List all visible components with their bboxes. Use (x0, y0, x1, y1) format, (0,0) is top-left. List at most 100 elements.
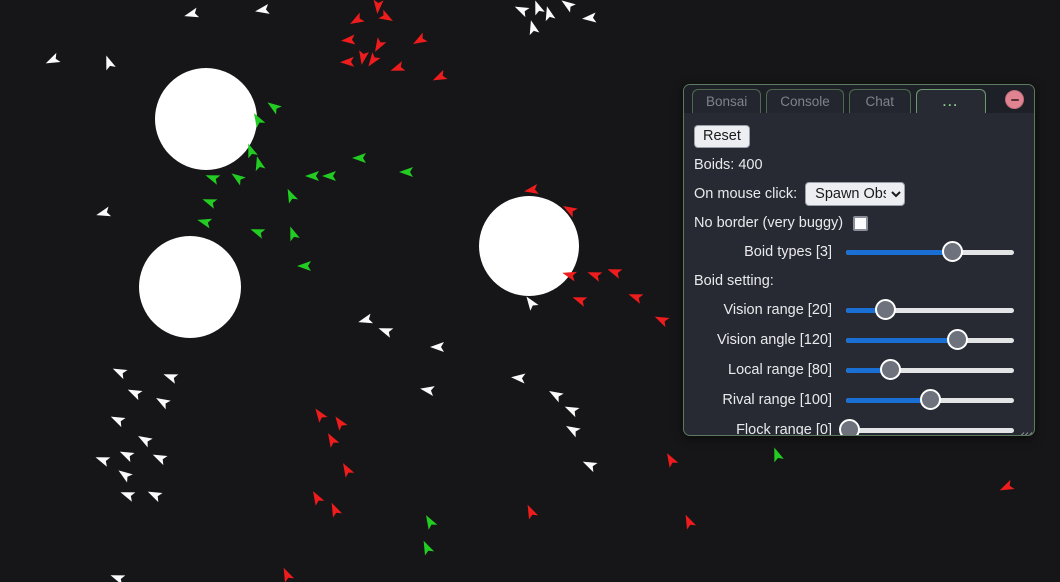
boid (106, 55, 116, 71)
slider-label: Flock range [0] (736, 422, 832, 435)
boid (582, 12, 597, 23)
tab-bonsai-label: Bonsai (706, 94, 748, 109)
boid (163, 374, 179, 384)
boid (350, 12, 365, 24)
slider-thumb[interactable] (941, 241, 963, 262)
panel-body: Reset Boids: 400 On mouse click: Spawn O… (684, 113, 1034, 435)
boid (423, 540, 435, 556)
tab-console-label: Console (780, 94, 830, 109)
boid (110, 416, 126, 428)
boid (250, 229, 266, 239)
boid (255, 156, 266, 172)
boid (535, 0, 545, 16)
boids-count-row: Boids: 400 (694, 151, 1034, 179)
boid (352, 153, 366, 163)
boid (667, 453, 679, 468)
close-button[interactable] (1005, 90, 1024, 109)
boid (95, 457, 111, 467)
tab-more-label: ... (942, 94, 959, 109)
boid-slider-list: Vision range [20] Vision angle [120] Local… (694, 295, 1034, 435)
mouse-click-row: On mouse click: Spawn Obstacle (694, 179, 1034, 209)
boid (390, 61, 406, 71)
boids-count-label: Boids: 400 (694, 157, 763, 173)
boid (654, 316, 670, 328)
boid (127, 389, 143, 401)
boid-setting-slider-row: Vision angle [120] (694, 325, 1034, 355)
slider-thumb[interactable] (839, 419, 861, 435)
slider-thumb[interactable] (946, 329, 968, 350)
boids-control-panel[interactable]: Bonsai Console Chat ... Reset Boids: 400… (683, 84, 1035, 436)
boid (287, 188, 299, 204)
boid (315, 408, 328, 423)
boid (202, 199, 218, 209)
boid (375, 37, 387, 52)
boid-types-slider[interactable] (846, 241, 1014, 263)
slider-thumb[interactable] (879, 359, 901, 380)
boid (572, 297, 588, 307)
boid (774, 447, 784, 463)
no-border-label: No border (very buggy) (694, 215, 844, 231)
slider-thumb[interactable] (874, 299, 896, 320)
setting-slider[interactable] (839, 419, 1014, 435)
boid (120, 492, 136, 502)
boid (378, 328, 394, 338)
boid (96, 206, 112, 217)
boid (527, 504, 539, 520)
boid (322, 171, 336, 181)
tab-console[interactable]: Console (766, 89, 844, 113)
boid-setting-label: Boid setting: (694, 273, 774, 289)
boid (313, 491, 325, 506)
setting-slider[interactable] (846, 329, 1014, 351)
boid (378, 9, 393, 21)
boid (343, 463, 355, 478)
slider-thumb[interactable] (920, 389, 941, 410)
boid-types-label: Boid types [3] (744, 244, 832, 260)
boid (328, 433, 340, 448)
setting-slider[interactable] (846, 359, 1014, 381)
boid (399, 167, 413, 177)
no-border-row: No border (very buggy) (694, 209, 1034, 237)
boid (529, 20, 540, 36)
boid (267, 102, 282, 115)
boid (607, 269, 623, 279)
mouse-click-select[interactable]: Spawn Obstacle (805, 182, 906, 206)
tab-more[interactable]: ... (915, 89, 986, 113)
no-border-checkbox[interactable] (853, 215, 869, 231)
slider-label: Vision angle [120] (716, 332, 832, 348)
obstacle-circle (139, 236, 241, 338)
boid (118, 470, 133, 483)
slider-fill (846, 250, 952, 255)
boid (152, 454, 168, 466)
resize-grip[interactable] (1016, 417, 1033, 435)
mouse-click-label: On mouse click: (694, 186, 798, 202)
setting-slider[interactable] (846, 299, 1014, 321)
setting-slider[interactable] (846, 389, 1014, 411)
slider-fill (846, 398, 930, 403)
tab-chat-label: Chat (865, 94, 895, 109)
slider-label: Rival range [100] (722, 392, 832, 408)
reset-row: Reset (694, 121, 1034, 151)
boid (305, 171, 319, 181)
boid (205, 175, 221, 185)
boid (511, 373, 526, 384)
obstacle-group (139, 68, 579, 338)
boid-types-row: Boid types [3] (694, 237, 1034, 267)
boid (524, 184, 539, 194)
boid (331, 502, 343, 518)
boid (112, 368, 128, 380)
boid (549, 391, 564, 403)
boid (197, 218, 213, 229)
boid (138, 436, 153, 448)
tab-chat[interactable]: Chat (848, 89, 911, 113)
reset-button[interactable]: Reset (694, 124, 750, 148)
panel-tab-strip: Bonsai Console Chat ... (684, 85, 1034, 113)
slider-label: Vision range [20] (723, 302, 832, 318)
boid (526, 296, 539, 311)
tab-bonsai[interactable]: Bonsai (692, 89, 762, 113)
boid (110, 575, 126, 582)
minus-icon (1010, 98, 1019, 101)
boid (628, 294, 644, 304)
boid-setting-slider-row: Vision range [20] (694, 295, 1034, 325)
boid (359, 50, 369, 65)
boid (147, 491, 163, 503)
